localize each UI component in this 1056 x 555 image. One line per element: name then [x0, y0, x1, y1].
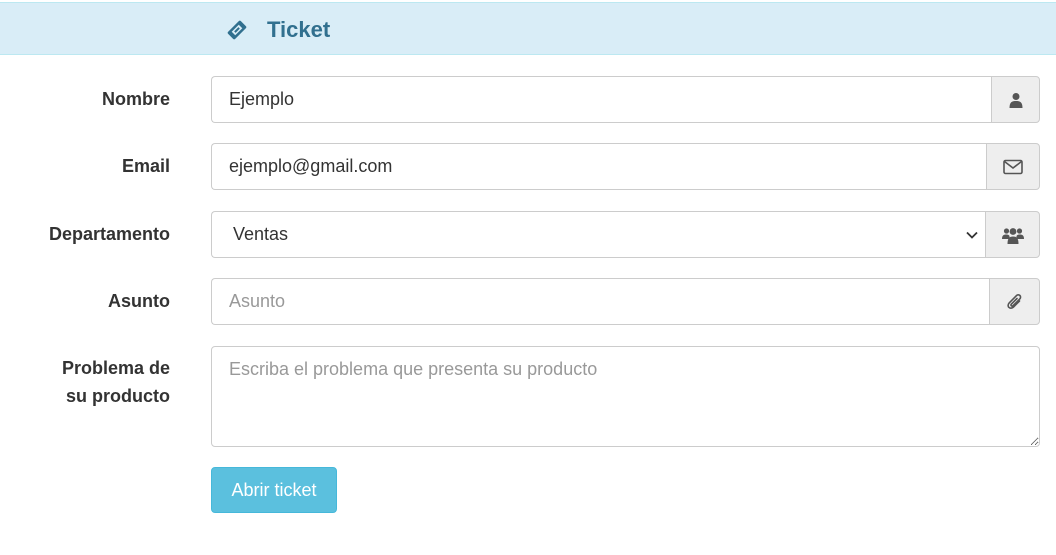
nombre-input[interactable] [211, 76, 991, 123]
asunto-label: Asunto [108, 291, 170, 311]
problema-textarea[interactable] [211, 346, 1040, 447]
users-icon [1001, 227, 1024, 244]
paperclip-icon [1006, 293, 1021, 309]
email-label: Email [121, 156, 170, 176]
envelope-icon [1003, 159, 1023, 174]
problema-label: Problema de su producto [0, 354, 170, 410]
email-input[interactable] [211, 143, 986, 190]
asunto-input-group [211, 278, 1040, 325]
page-title: Ticket [267, 17, 331, 42]
users-icon-addon [985, 211, 1040, 258]
user-icon [1009, 92, 1022, 108]
asunto-input[interactable] [211, 278, 989, 325]
user-icon-addon [991, 76, 1040, 123]
email-input-group [211, 143, 1040, 190]
departamento-select[interactable]: Ventas [211, 211, 985, 258]
ticket-icon [227, 20, 247, 40]
nombre-input-group [211, 76, 1040, 123]
departamento-input-group: Ventas [211, 211, 1040, 258]
chevron-down-icon [966, 231, 978, 239]
departamento-label: Departamento [48, 224, 170, 244]
abrir-ticket-button[interactable]: Abrir ticket [211, 467, 337, 513]
envelope-icon-addon [986, 143, 1040, 190]
problema-label-line2: su producto [66, 386, 170, 406]
problema-label-line1: Problema de [61, 358, 170, 378]
paperclip-icon-addon [989, 278, 1040, 325]
departamento-selected-value: Ventas [233, 224, 289, 244]
nombre-label: Nombre [101, 89, 170, 109]
page-header: Ticket [0, 2, 1056, 55]
